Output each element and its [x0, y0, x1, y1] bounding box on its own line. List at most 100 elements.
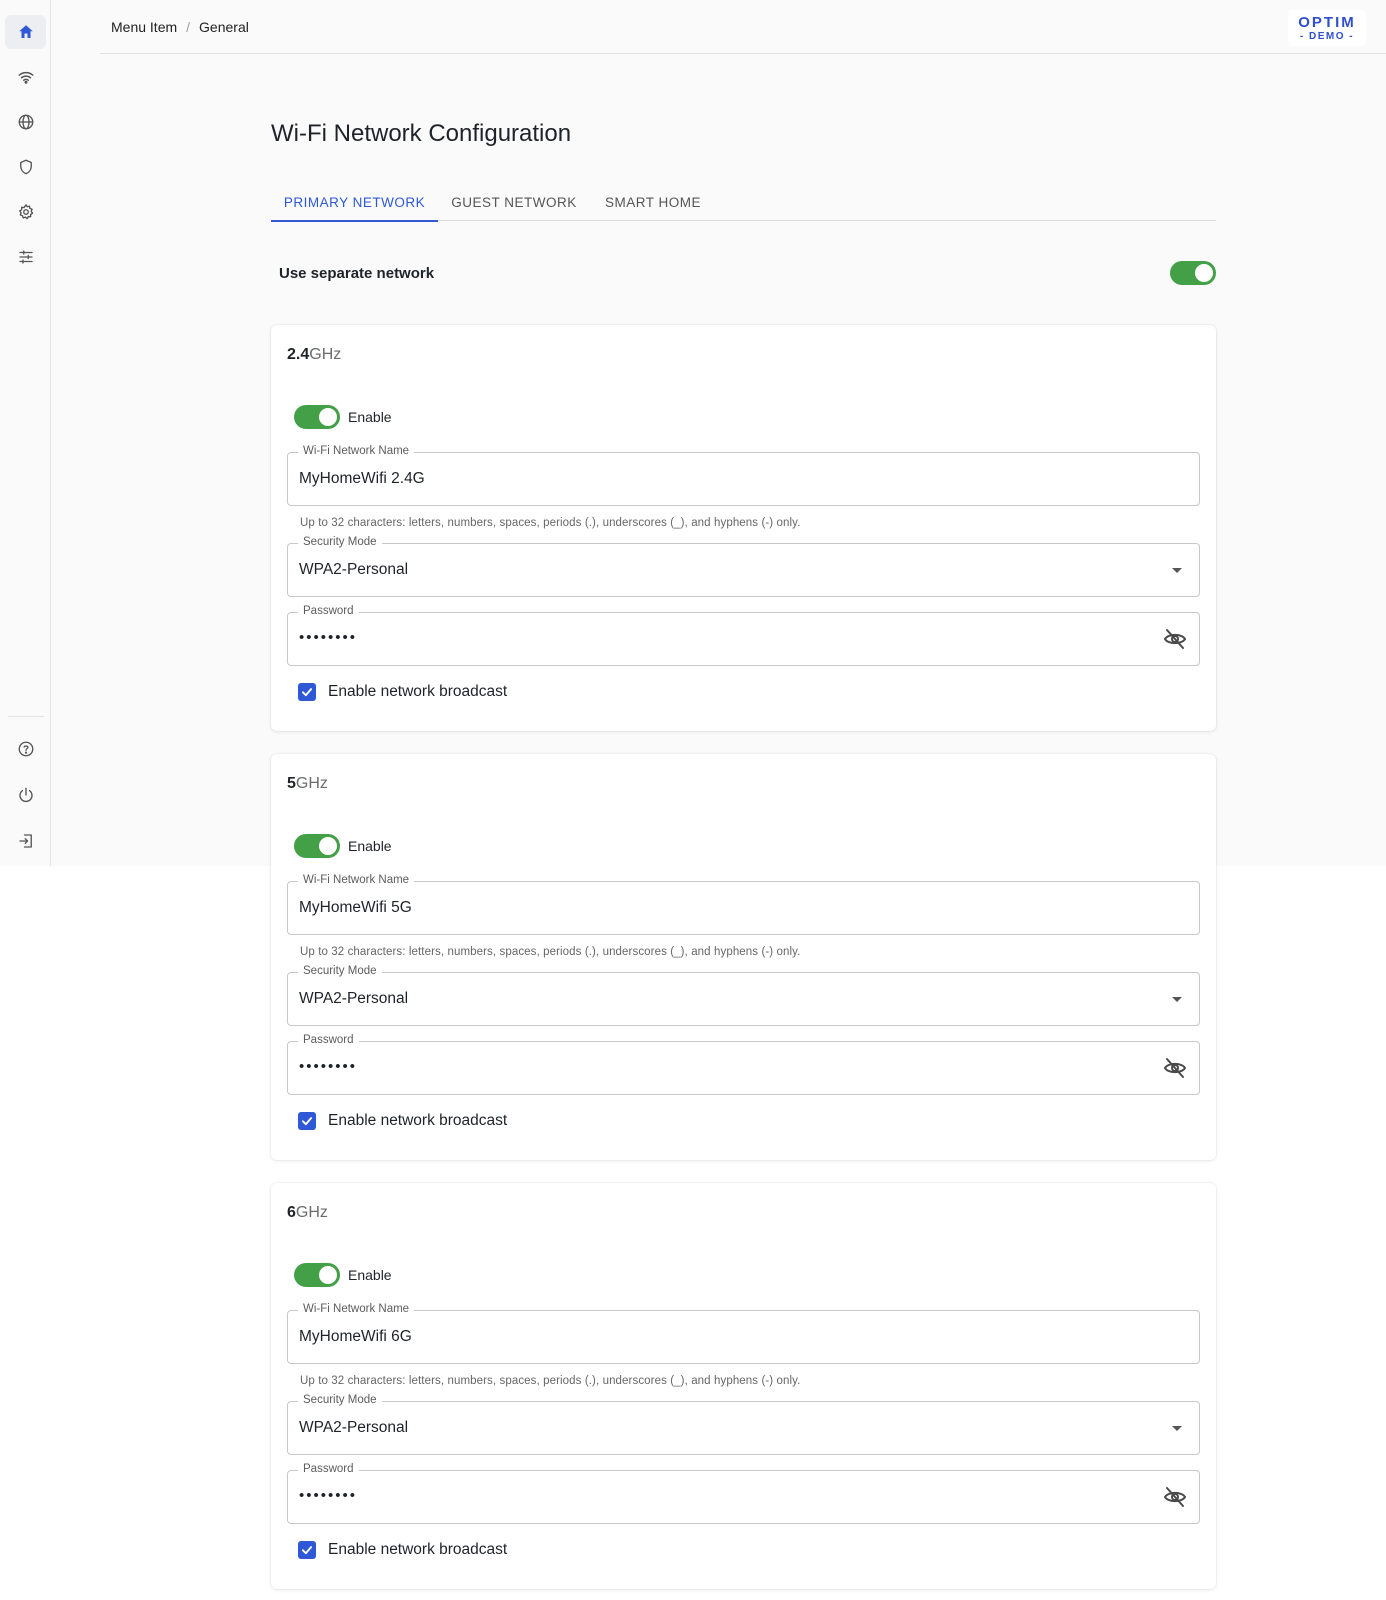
band-enable-toggle[interactable] — [294, 834, 340, 858]
security-mode-select[interactable]: Security Mode WPA2-Personal — [287, 536, 1200, 597]
eye-off-icon[interactable] — [1163, 627, 1187, 651]
password-field[interactable]: Password •••••••• — [287, 1463, 1200, 1524]
ssid-helper-text: Up to 32 characters: letters, numbers, s… — [300, 946, 801, 958]
band-title-unit: GHz — [309, 346, 342, 363]
ssid-helper-text: Up to 32 characters: letters, numbers, s… — [300, 1375, 801, 1387]
band-title-number: 6 — [287, 1204, 296, 1221]
sidebar-divider — [8, 716, 44, 717]
sidebar-item-settings[interactable] — [5, 195, 46, 229]
broadcast-checkbox[interactable] — [298, 1112, 316, 1130]
logo-main-text: OPTIM — [1298, 13, 1356, 31]
chevron-down-icon — [1172, 997, 1182, 1002]
broadcast-checkbox[interactable] — [298, 683, 316, 701]
band-title: 2.4GHz — [287, 346, 341, 364]
ssid-field[interactable]: Wi-Fi Network Name MyHomeWifi 2.4G — [287, 445, 1200, 506]
password-value: •••••••• — [299, 1058, 358, 1075]
separate-network-label: Use separate network — [279, 264, 435, 282]
security-mode-select[interactable]: Security Mode WPA2-Personal — [287, 1394, 1200, 1455]
band-enable-label: Enable — [348, 409, 392, 425]
band-enable-toggle[interactable] — [294, 405, 340, 429]
sidebar-item-internet[interactable] — [5, 105, 46, 139]
breadcrumb-separator: / — [186, 19, 191, 35]
home-icon — [18, 25, 33, 38]
check-icon — [301, 1117, 313, 1126]
sidebar-item-help[interactable] — [5, 732, 46, 766]
ssid-value: MyHomeWifi 6G — [299, 1328, 412, 1345]
ssid-field-label: Wi-Fi Network Name — [298, 874, 415, 886]
ssid-value: MyHomeWifi 5G — [299, 899, 412, 916]
band-title-number: 5 — [287, 775, 296, 792]
band-enable-toggle[interactable] — [294, 1263, 340, 1287]
band-card-6ghz: 6GHz Enable Wi-Fi Network Name MyHomeWif… — [271, 1183, 1216, 1589]
sidebar-item-home[interactable] — [5, 15, 46, 49]
broadcast-row: Enable network broadcast — [298, 683, 507, 701]
password-label: Password — [298, 605, 359, 617]
broadcast-label: Enable network broadcast — [328, 1112, 508, 1129]
gear-icon — [18, 204, 33, 220]
band-title-unit: GHz — [295, 1204, 328, 1221]
eye-off-icon[interactable] — [1163, 1056, 1187, 1080]
brand-logo: OPTIM - DEMO - — [1288, 10, 1366, 46]
password-label: Password — [298, 1034, 359, 1046]
band-enable-row: Enable — [294, 405, 392, 429]
logo-sub-text: - DEMO - — [1299, 30, 1355, 42]
broadcast-row: Enable network broadcast — [298, 1541, 507, 1559]
eye-off-icon[interactable] — [1163, 1485, 1187, 1509]
band-card-5ghz: 5GHz Enable Wi-Fi Network Name MyHomeWif… — [271, 754, 1216, 1160]
password-value: •••••••• — [299, 629, 358, 646]
sidebar — [0, 0, 51, 866]
password-field[interactable]: Password •••••••• — [287, 1034, 1200, 1095]
band-enable-row: Enable — [294, 834, 392, 858]
security-mode-label: Security Mode — [298, 965, 382, 977]
sidebar-item-advanced[interactable] — [5, 240, 46, 274]
band-title-number: 2.4 — [287, 346, 310, 363]
password-value: •••••••• — [299, 1487, 358, 1504]
security-mode-label: Security Mode — [298, 536, 382, 548]
security-mode-label: Security Mode — [298, 1394, 382, 1406]
wifi-icon — [18, 71, 33, 84]
ssid-value: MyHomeWifi 2.4G — [299, 470, 425, 487]
separate-network-row: Use separate network — [279, 258, 1216, 288]
breadcrumb-item-menu[interactable]: Menu Item — [111, 19, 177, 35]
globe-icon — [18, 114, 33, 130]
band-title: 5GHz — [287, 775, 328, 793]
breadcrumb: Menu Item / General — [111, 19, 249, 35]
help-icon — [18, 741, 33, 757]
tab-guest-network[interactable]: GUEST NETWORK — [438, 183, 590, 221]
password-label: Password — [298, 1463, 359, 1475]
password-field[interactable]: Password •••••••• — [287, 605, 1200, 666]
broadcast-checkbox[interactable] — [298, 1541, 316, 1559]
tab-primary-network[interactable]: PRIMARY NETWORK — [271, 183, 438, 222]
band-enable-label: Enable — [348, 838, 392, 854]
ssid-field-label: Wi-Fi Network Name — [298, 1303, 415, 1315]
ssid-field[interactable]: Wi-Fi Network Name MyHomeWifi 6G — [287, 1303, 1200, 1364]
ssid-field[interactable]: Wi-Fi Network Name MyHomeWifi 5G — [287, 874, 1200, 935]
band-title-unit: GHz — [295, 775, 328, 792]
power-icon — [18, 787, 33, 803]
band-card-2-4ghz: 2.4GHz Enable Wi-Fi Network Name MyHomeW… — [271, 325, 1216, 731]
page-title: Wi-Fi Network Configuration — [271, 120, 572, 147]
security-mode-value: WPA2-Personal — [299, 990, 409, 1007]
broadcast-label: Enable network broadcast — [328, 1541, 508, 1558]
broadcast-row: Enable network broadcast — [298, 1112, 507, 1130]
band-enable-label: Enable — [348, 1267, 392, 1283]
sidebar-item-power[interactable] — [5, 778, 46, 812]
top-bar: Menu Item / General OPTIM - DEMO - — [100, 0, 1386, 54]
breadcrumb-item-general: General — [199, 19, 249, 35]
sidebar-item-security[interactable] — [5, 150, 46, 184]
tab-smart-home[interactable]: SMART HOME — [590, 183, 716, 221]
ssid-field-label: Wi-Fi Network Name — [298, 445, 415, 457]
ssid-helper-text: Up to 32 characters: letters, numbers, s… — [300, 517, 801, 529]
check-icon — [301, 1546, 313, 1555]
broadcast-label: Enable network broadcast — [328, 683, 508, 700]
sidebar-item-wifi[interactable] — [5, 60, 46, 94]
check-icon — [301, 688, 313, 697]
security-mode-select[interactable]: Security Mode WPA2-Personal — [287, 965, 1200, 1026]
chevron-down-icon — [1172, 568, 1182, 573]
shield-icon — [19, 159, 32, 175]
sliders-icon — [18, 250, 33, 264]
logout-icon — [18, 834, 32, 848]
separate-network-toggle[interactable] — [1170, 261, 1216, 285]
sidebar-item-logout[interactable] — [5, 824, 46, 858]
chevron-down-icon — [1172, 1426, 1182, 1431]
